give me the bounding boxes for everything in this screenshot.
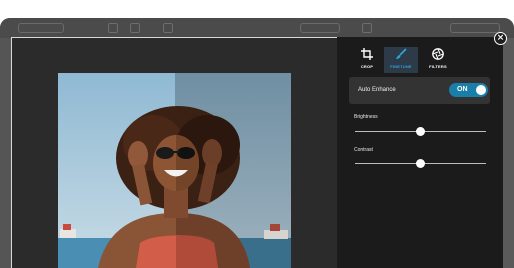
contrast-label: Contrast bbox=[354, 147, 373, 153]
photo-preview[interactable] bbox=[58, 73, 291, 268]
tab-crop[interactable]: CROP bbox=[350, 47, 384, 73]
background-toolbar-icon bbox=[130, 23, 140, 33]
tab-finetune-label: FINETUNE bbox=[390, 64, 412, 69]
auto-enhance-toggle[interactable]: ON bbox=[449, 83, 488, 97]
brightness-slider[interactable] bbox=[355, 127, 486, 136]
photo-image bbox=[58, 73, 291, 268]
background-toolbar-icon bbox=[163, 23, 173, 33]
brush-icon bbox=[396, 48, 407, 59]
auto-enhance-card: Auto Enhance ON bbox=[349, 77, 490, 104]
toggle-state-text: ON bbox=[457, 86, 468, 93]
background-toolbar bbox=[0, 18, 514, 38]
background-toolbar-field bbox=[18, 23, 64, 33]
toggle-knob bbox=[476, 85, 486, 95]
background-toolbar-icon bbox=[362, 23, 372, 33]
auto-enhance-label: Auto Enhance bbox=[358, 87, 396, 93]
tab-finetune[interactable]: FINETUNE bbox=[384, 47, 418, 73]
adjustments-panel: CROP FINETUNE FILTERS Auto Enhance ON Br… bbox=[337, 37, 503, 268]
aperture-icon bbox=[432, 48, 444, 60]
background-sidebar bbox=[0, 38, 10, 268]
tab-crop-label: CROP bbox=[360, 64, 374, 69]
background-toolbar-field bbox=[300, 23, 340, 33]
crop-icon bbox=[361, 48, 373, 60]
brightness-label: Brightness bbox=[354, 114, 378, 120]
contrast-slider-handle[interactable] bbox=[416, 159, 425, 168]
contrast-slider[interactable] bbox=[355, 159, 486, 168]
tab-filters-label: FILTERS bbox=[429, 64, 447, 69]
background-toolbar-field bbox=[450, 23, 500, 33]
brightness-slider-handle[interactable] bbox=[416, 127, 425, 136]
tab-filters[interactable]: FILTERS bbox=[421, 47, 455, 73]
close-button[interactable]: × bbox=[494, 32, 507, 45]
background-toolbar-icon bbox=[108, 23, 118, 33]
